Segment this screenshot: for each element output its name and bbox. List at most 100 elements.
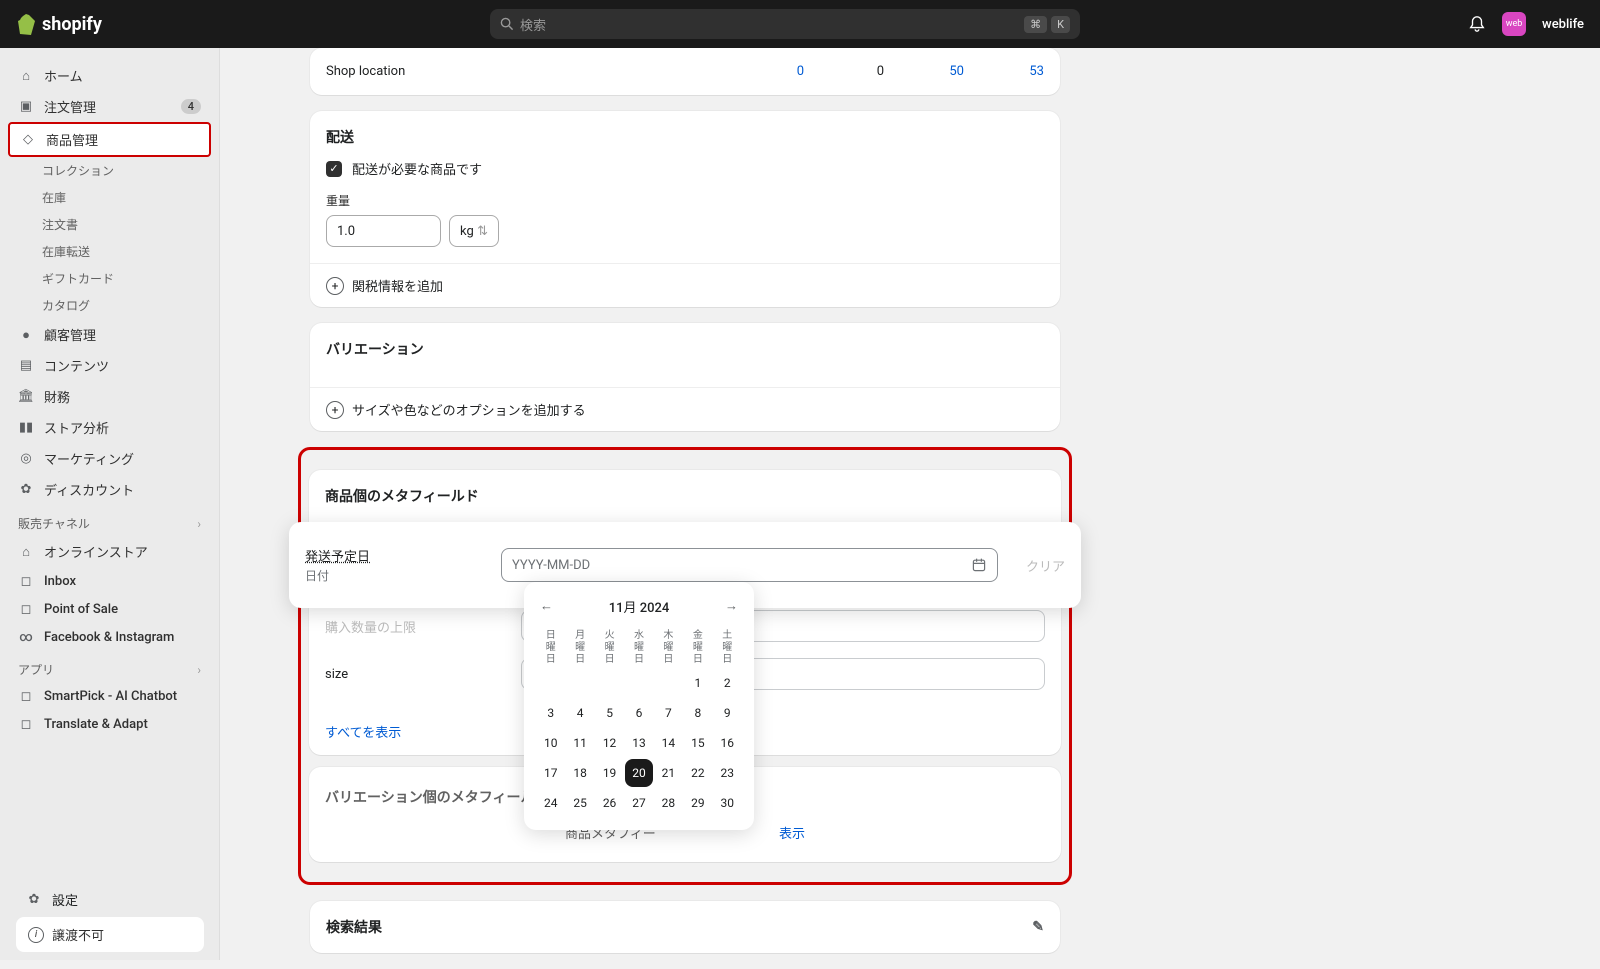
topbar: shopify 検索 ⌘ K web weblife [0,0,1600,48]
metafield-size-label[interactable]: size [325,667,505,682]
calendar-day[interactable]: 25 [566,789,593,817]
calendar-day[interactable]: 30 [714,789,741,817]
calendar-day[interactable]: 18 [566,759,593,787]
calendar-day[interactable]: 23 [714,759,741,787]
gear-icon: ✿ [26,892,42,908]
search-results-title: 検索結果 [326,917,382,937]
sidebar-item-online-store[interactable]: ⌂オンラインストア [8,536,211,567]
sidebar-item-customers[interactable]: ●顧客管理 [8,319,211,350]
calendar-day[interactable]: 1 [684,669,711,697]
shipping-required-checkbox[interactable]: ✓ 配送が必要な商品です [326,159,1044,178]
add-variant-button[interactable]: +サイズや色などのオプションを追加する [310,388,1060,431]
sidebar-item-inbox[interactable]: ◻Inbox [8,567,211,595]
sidebar-item-translate[interactable]: ◻Translate & Adapt [8,710,211,738]
calendar-day[interactable]: 24 [537,789,564,817]
sidebar: ⌂ホーム ▣注文管理4 ◇商品管理 コレクション 在庫 注文書 在庫転送 ギフト… [0,48,220,960]
kbd-cmd: ⌘ [1024,16,1047,33]
avatar[interactable]: web [1502,12,1526,36]
calendar-prev-button[interactable]: ← [536,594,557,618]
calendar-day[interactable]: 26 [596,789,623,817]
sidebar-item-smartpick[interactable]: ◻SmartPick - AI Chatbot [8,682,211,710]
calendar-day[interactable]: 20 [625,759,652,787]
calendar-dow: 月曜日 [565,628,594,668]
search-input[interactable]: 検索 ⌘ K [490,9,1080,39]
orders-badge: 4 [181,99,201,114]
calendar-day[interactable]: 8 [684,699,711,727]
chevron-right-icon: › [197,517,201,531]
sidebar-item-content[interactable]: ▤コンテンツ [8,350,211,381]
calendar-day[interactable]: 9 [714,699,741,727]
calendar-day[interactable]: 2 [714,669,741,697]
sidebar-item-products[interactable]: ◇商品管理 [8,122,211,157]
store-icon: ⌂ [18,544,34,560]
select-icon: ⇅ [477,224,488,239]
add-customs-button[interactable]: +関税情報を追加 [310,264,1060,307]
calendar-icon [971,557,987,573]
sidebar-item-discounts[interactable]: ✿ディスカウント [8,474,211,505]
home-icon: ⌂ [18,68,34,84]
calendar-day[interactable]: 29 [684,789,711,817]
sidebar-sub-collections[interactable]: コレクション [8,157,211,184]
metafield-qty-label[interactable]: 購入数量の上限 [325,617,505,636]
sidebar-item-settings[interactable]: ✿設定 [16,882,204,917]
sidebar-item-home[interactable]: ⌂ホーム [8,60,211,91]
calendar-day[interactable]: 3 [537,699,564,727]
variant-meta-show-link[interactable]: 表示 [779,827,805,842]
location-name: Shop location [326,64,724,79]
calendar-day[interactable]: 13 [625,729,652,757]
calendar-day[interactable]: 10 [537,729,564,757]
sidebar-sub-po[interactable]: 注文書 [8,211,211,238]
sidebar-channels-header[interactable]: 販売チャネル› [8,505,211,536]
calendar-day [596,669,623,697]
calendar-next-button[interactable]: → [721,594,742,618]
plus-circle-icon: + [326,401,344,419]
calendar-day[interactable]: 7 [655,699,682,727]
calendar-day[interactable]: 22 [684,759,711,787]
edit-icon[interactable]: ✎ [1032,919,1044,935]
sidebar-item-pos[interactable]: ◻Point of Sale [8,595,211,623]
app-icon: ◻ [18,716,34,732]
calendar-day[interactable]: 19 [596,759,623,787]
date-placeholder: YYYY-MM-DD [512,558,590,573]
calendar-dow: 金曜日 [683,628,712,668]
sidebar-item-analytics[interactable]: ▮▮ストア分析 [8,412,211,443]
metafields-title: 商品個のメタフィールド [325,486,1045,506]
calendar-day[interactable]: 28 [655,789,682,817]
notifications-icon[interactable] [1468,15,1486,33]
calendar-day[interactable]: 15 [684,729,711,757]
show-all-link[interactable]: すべてを表示 [309,714,417,755]
sidebar-sub-inventory[interactable]: 在庫 [8,184,211,211]
inventory-value[interactable]: 53 [964,64,1044,79]
inventory-value[interactable]: 50 [884,64,964,79]
search-placeholder: 検索 [520,15,1020,34]
weight-input[interactable]: 1.0 [326,215,441,247]
calendar-day[interactable]: 16 [714,729,741,757]
calendar-day[interactable]: 12 [596,729,623,757]
calendar-day[interactable]: 11 [566,729,593,757]
calendar-day[interactable]: 4 [566,699,593,727]
sidebar-item-orders[interactable]: ▣注文管理4 [8,91,211,122]
date-input[interactable]: YYYY-MM-DD [501,548,998,582]
sidebar-item-marketing[interactable]: ◎マーケティング [8,443,211,474]
clear-button[interactable]: クリア [1026,556,1065,575]
calendar-day[interactable]: 17 [537,759,564,787]
transfer-notice[interactable]: i譲渡不可 [16,917,204,952]
calendar-day [625,669,652,697]
sidebar-item-finance[interactable]: 🏛財務 [8,381,211,412]
calendar-day [537,669,564,697]
weight-unit-select[interactable]: kg⇅ [449,215,499,247]
sidebar-sub-catalog[interactable]: カタログ [8,292,211,319]
calendar-day[interactable]: 14 [655,729,682,757]
sidebar-sub-giftcards[interactable]: ギフトカード [8,265,211,292]
calendar-day[interactable]: 21 [655,759,682,787]
sidebar-sub-transfers[interactable]: 在庫転送 [8,238,211,265]
calendar-day[interactable]: 6 [625,699,652,727]
inventory-value[interactable]: 0 [724,64,804,79]
metafield-ship-date-label[interactable]: 発送予定日 日付 [305,546,485,584]
username[interactable]: weblife [1542,17,1584,32]
sidebar-apps-header[interactable]: アプリ› [8,651,211,682]
calendar-day[interactable]: 5 [596,699,623,727]
calendar-day[interactable]: 27 [625,789,652,817]
shopify-logo[interactable]: shopify [16,13,102,35]
sidebar-item-facebook[interactable]: ∞Facebook & Instagram [8,623,211,651]
